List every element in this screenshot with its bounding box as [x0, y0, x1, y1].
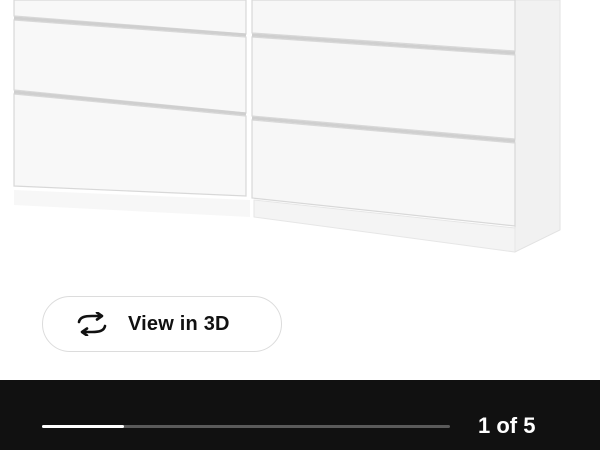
product-image[interactable] — [0, 0, 600, 290]
rotate-arrows-icon — [75, 312, 109, 336]
gallery-bottom-bar: 1 of 5 — [0, 380, 600, 450]
view-in-3d-label: View in 3D — [128, 312, 230, 335]
gallery-progress-track[interactable] — [42, 425, 450, 428]
page-counter: 1 of 5 — [478, 413, 536, 438]
gallery-progress-fill — [42, 425, 124, 428]
product-image-viewer[interactable]: View in 3D — [0, 0, 600, 380]
view-in-3d-button[interactable]: View in 3D — [42, 296, 282, 352]
dresser-side — [514, 0, 561, 253]
